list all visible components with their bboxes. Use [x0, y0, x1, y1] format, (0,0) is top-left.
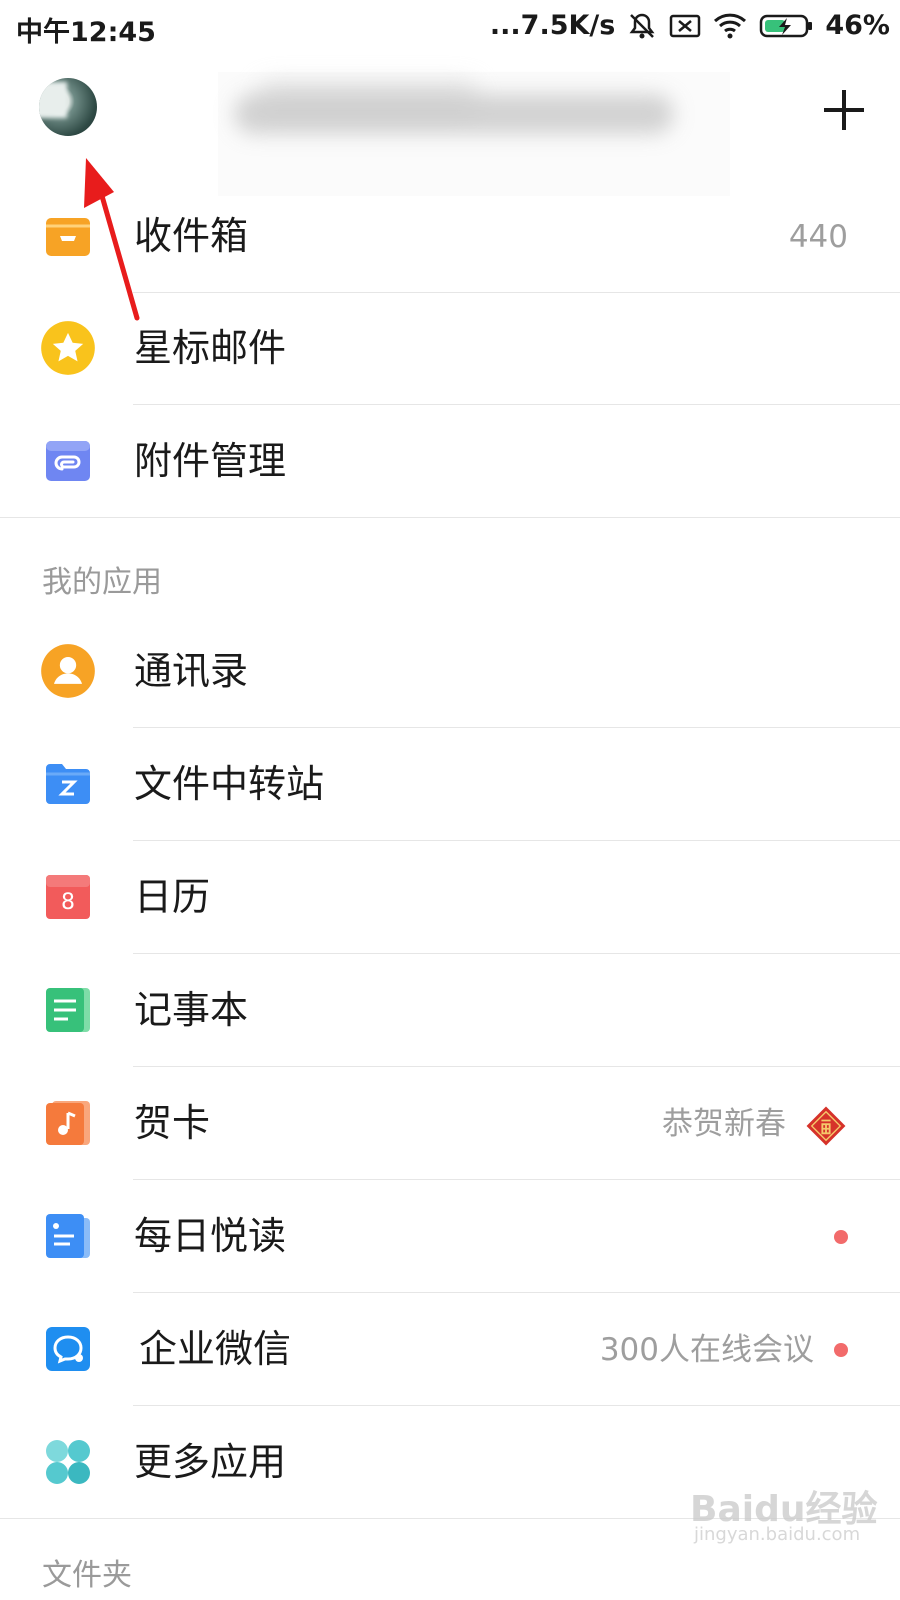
sidebar-item-label: 更多应用 — [134, 1440, 287, 1484]
section-divider — [0, 517, 900, 518]
sidebar-item-label: 文件中转站 — [134, 762, 325, 806]
plus-icon[interactable] — [822, 88, 866, 132]
sidebar-item-label: 星标邮件 — [134, 326, 287, 370]
inbox-icon — [46, 218, 90, 256]
sidebar-item-notepad[interactable]: 记事本 — [0, 953, 900, 1067]
account-name-blurred[interactable] — [218, 72, 730, 196]
sidebar-item-label: 贺卡 — [134, 1101, 211, 1145]
contacts-icon — [41, 644, 95, 698]
sidebar-item-label: 日历 — [134, 875, 211, 919]
star-icon — [41, 321, 95, 375]
wecom-promo: 300人在线会议 — [599, 1332, 814, 1368]
avatar[interactable] — [39, 78, 97, 136]
account-header — [0, 56, 900, 196]
greeting-card-promo: 恭贺新春 — [662, 1106, 786, 1142]
sidebar-item-daily-reading[interactable]: 每日悦读 — [0, 1179, 900, 1293]
sidebar-item-label: 附件管理 — [134, 439, 287, 483]
sidebar-item-contacts[interactable]: 通讯录 — [0, 614, 900, 728]
daily-reading-icon — [46, 1214, 90, 1258]
battery-charging-icon — [759, 13, 813, 39]
attachment-icon — [46, 441, 90, 481]
unread-count: 440 — [788, 219, 848, 255]
unread-dot — [834, 1343, 848, 1357]
sidebar-item-label: 每日悦读 — [134, 1214, 287, 1258]
no-sim-icon — [669, 13, 701, 39]
mute-bell-icon — [627, 11, 657, 41]
sidebar-item-calendar[interactable]: 8 日历 — [0, 840, 900, 954]
greeting-card-icon — [46, 1101, 90, 1145]
sidebar-item-starred[interactable]: 星标邮件 — [0, 291, 900, 405]
section-title-folders: 文件夹 — [42, 1558, 132, 1593]
sidebar-item-wecom[interactable]: 企业微信 300人在线会议 — [0, 1292, 900, 1406]
more-apps-icon — [46, 1440, 90, 1484]
sidebar-item-label: 记事本 — [134, 988, 249, 1032]
battery-percent: 46% — [825, 10, 890, 41]
notepad-icon — [46, 988, 90, 1032]
network-speed: ...7.5K/s — [489, 10, 616, 41]
sidebar-item-attachments[interactable]: 附件管理 — [0, 404, 900, 518]
status-bar: 中午12:45 ...7.5K/s 46% — [0, 0, 900, 56]
sidebar-item-label: 通讯录 — [134, 649, 249, 693]
status-icons: ...7.5K/s 46% — [490, 10, 890, 41]
calendar-day: 8 — [61, 890, 75, 915]
sidebar-item-label: 收件箱 — [134, 214, 249, 258]
sidebar-item-label: 企业微信 — [139, 1327, 292, 1371]
baidu-watermark-url: jingyan.baidu.com — [694, 1524, 861, 1545]
unread-dot — [834, 1230, 848, 1244]
sidebar-item-greeting-card[interactable]: 贺卡 恭贺新春 — [0, 1066, 900, 1180]
sidebar-item-inbox[interactable]: 收件箱 440 — [0, 179, 900, 293]
status-time: 中午12:45 — [16, 17, 156, 48]
wecom-icon — [46, 1327, 90, 1371]
fu-diamond-icon — [806, 1106, 846, 1146]
sidebar-item-file-transfer[interactable]: 文件中转站 — [0, 727, 900, 841]
calendar-icon: 8 — [46, 875, 90, 919]
folder-icon — [46, 764, 90, 804]
wifi-icon — [713, 13, 747, 39]
section-title-my-apps: 我的应用 — [42, 565, 162, 600]
